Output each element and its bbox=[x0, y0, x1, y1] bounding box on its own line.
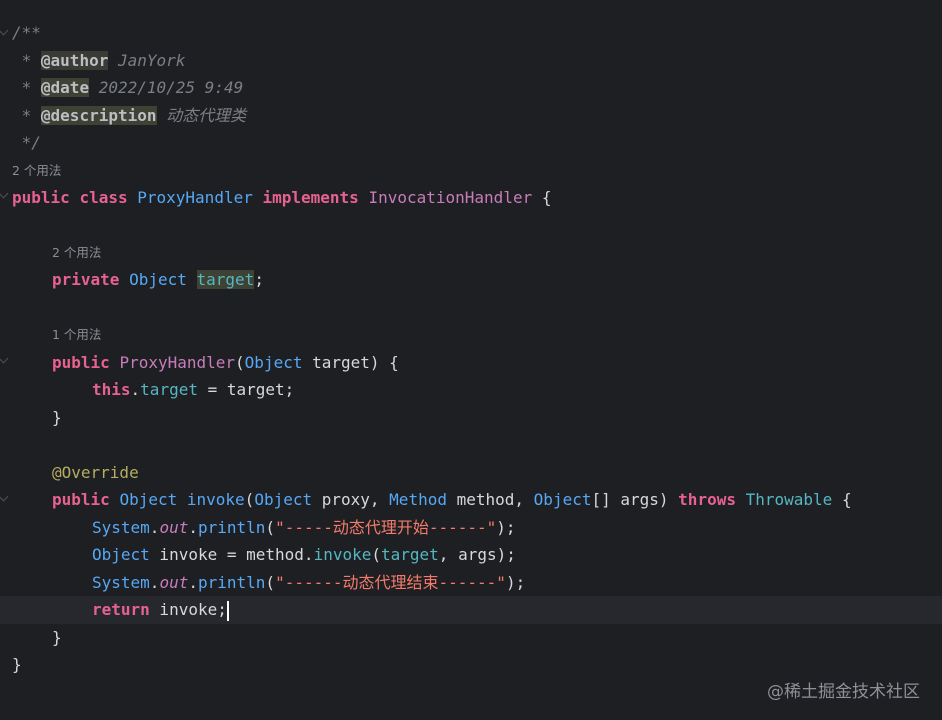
code-line[interactable]: * @description 动态代理类 bbox=[0, 102, 942, 130]
code-line[interactable]: this.target = target; bbox=[0, 376, 942, 404]
doc-comment-open: /** bbox=[12, 23, 41, 42]
current-code-line[interactable]: return invoke; bbox=[0, 596, 942, 624]
keyword-public: public bbox=[12, 188, 70, 207]
text-caret bbox=[226, 600, 229, 621]
code-line[interactable]: */ bbox=[0, 129, 942, 157]
field-usages[interactable]: 2 个用法 bbox=[52, 243, 101, 263]
constructor-usages[interactable]: 1 个用法 bbox=[52, 325, 101, 345]
string-literal: "------动态代理结束------" bbox=[275, 573, 506, 592]
class-usages[interactable]: 2 个用法 bbox=[12, 161, 61, 181]
brace: } bbox=[52, 408, 62, 427]
keyword-return: return bbox=[92, 600, 150, 619]
semicolon: ; bbox=[254, 270, 264, 289]
code-line[interactable]: public class ProxyHandler implements Inv… bbox=[0, 184, 942, 212]
comment-star: * bbox=[12, 78, 41, 97]
code-line[interactable]: private Object target; bbox=[0, 266, 942, 294]
keyword-public: public bbox=[52, 490, 110, 509]
code-line[interactable]: System.out.println("------动态代理结束------")… bbox=[0, 569, 942, 597]
date-value: 2022/10/25 9:49 bbox=[89, 78, 244, 97]
description-tag: @description bbox=[40, 106, 157, 125]
method-name: invoke bbox=[186, 490, 245, 509]
code-line[interactable]: public ProxyHandler(Object target) { bbox=[0, 349, 942, 377]
comment-star: * bbox=[12, 106, 41, 125]
interface-name: InvocationHandler bbox=[368, 188, 533, 207]
keyword-public: public bbox=[52, 353, 110, 372]
comment-star: * bbox=[12, 51, 41, 70]
code-line[interactable]: } bbox=[0, 651, 942, 679]
class-name: ProxyHandler bbox=[137, 188, 253, 207]
usage-hint[interactable]: 2 个用法 bbox=[0, 161, 942, 181]
field-target: target bbox=[140, 380, 198, 399]
author-value: JanYork bbox=[108, 51, 186, 70]
watermark: @稀土掘金技术社区 bbox=[767, 682, 920, 702]
throwable-type: Throwable bbox=[745, 490, 833, 509]
author-tag: @author bbox=[40, 51, 109, 70]
code-line[interactable]: * @date 2022/10/25 9:49 bbox=[0, 74, 942, 102]
type-object: Object bbox=[129, 270, 187, 289]
return-type: Object bbox=[119, 490, 178, 509]
param-type: Object bbox=[244, 353, 303, 372]
keyword-throws: throws bbox=[678, 490, 736, 509]
override-annotation: @Override bbox=[52, 463, 139, 482]
code-line[interactable]: * @author JanYork bbox=[0, 47, 942, 75]
code-line[interactable]: Object invoke = method.invoke(target, ar… bbox=[0, 541, 942, 569]
usage-hint[interactable]: 1 个用法 bbox=[0, 325, 942, 345]
keyword-implements: implements bbox=[262, 188, 359, 207]
description-value: 动态代理类 bbox=[156, 106, 247, 125]
code-line[interactable]: public Object invoke(Object proxy, Metho… bbox=[0, 486, 942, 514]
code-editor[interactable]: /** * @author JanYork * @date 2022/10/25… bbox=[0, 0, 942, 720]
code-line[interactable]: } bbox=[0, 624, 942, 652]
string-literal: "-----动态代理开始------" bbox=[275, 518, 497, 537]
brace: } bbox=[52, 628, 62, 647]
code-line[interactable]: System.out.println("-----动态代理开始------"); bbox=[0, 514, 942, 542]
brace: } bbox=[12, 655, 22, 674]
keyword-private: private bbox=[52, 270, 120, 289]
usage-hint[interactable]: 2 个用法 bbox=[0, 243, 942, 263]
date-tag: @date bbox=[40, 78, 90, 97]
keyword-this: this bbox=[92, 380, 131, 399]
code-line[interactable]: /** bbox=[0, 19, 942, 47]
code-line[interactable]: } bbox=[0, 404, 942, 432]
brace: { bbox=[532, 188, 552, 207]
doc-comment-close: */ bbox=[12, 133, 41, 152]
field-target: target bbox=[196, 270, 255, 289]
constructor-name: ProxyHandler bbox=[119, 353, 236, 372]
keyword-class: class bbox=[79, 188, 128, 207]
code-line[interactable]: @Override bbox=[0, 459, 942, 487]
